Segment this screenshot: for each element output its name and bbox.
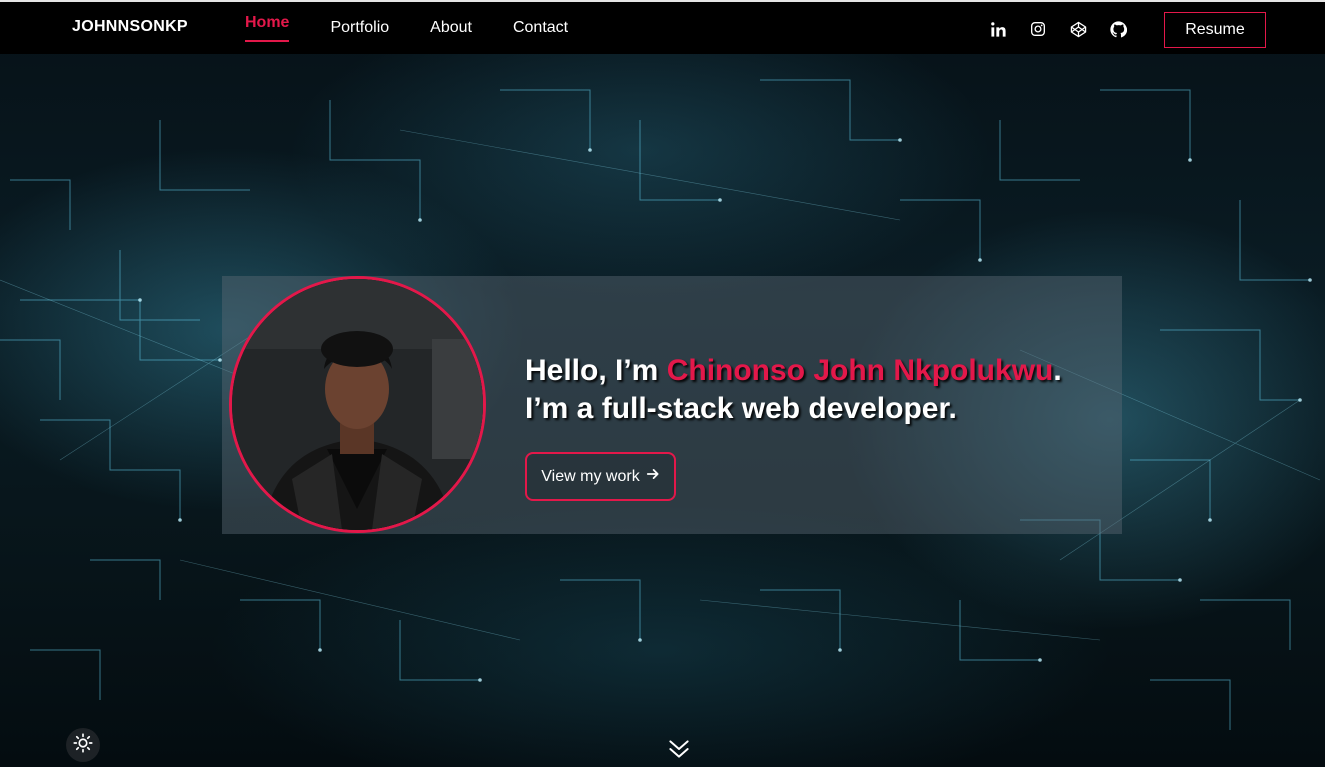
instagram-icon[interactable] xyxy=(1028,19,1048,39)
brand-logo[interactable]: JOHNNSONKP xyxy=(72,18,188,36)
top-navbar: JOHNNSONKP Home Portfolio About Contact … xyxy=(0,0,1325,54)
greeting-period: . xyxy=(1053,354,1062,387)
sun-icon xyxy=(73,732,93,758)
hero-subline: I’m a full-stack web developer. xyxy=(525,392,957,425)
scroll-down-button[interactable] xyxy=(666,736,692,762)
greeting-text: Hello, I’m xyxy=(525,354,667,387)
nav-contact[interactable]: Contact xyxy=(513,2,568,56)
linkedin-icon[interactable] xyxy=(988,19,1008,39)
view-my-work-button[interactable]: View my work xyxy=(525,452,676,501)
hero-headline-block: Hello, I’m Chinonso John Nkpolukwu. I’m … xyxy=(525,352,1062,428)
arrow-right-icon xyxy=(646,467,660,486)
nav-home[interactable]: Home xyxy=(245,2,290,56)
theme-toggle-button[interactable] xyxy=(66,728,100,762)
profile-photo xyxy=(229,276,486,533)
github-icon[interactable] xyxy=(1108,19,1128,39)
chevron-double-down-icon xyxy=(666,740,692,766)
nav-about[interactable]: About xyxy=(430,2,472,56)
main-nav: Home Portfolio About Contact xyxy=(245,2,568,56)
codepen-icon[interactable] xyxy=(1068,19,1088,39)
resume-button[interactable]: Resume xyxy=(1164,12,1266,48)
view-my-work-label: View my work xyxy=(541,467,640,485)
nav-portfolio[interactable]: Portfolio xyxy=(330,2,389,56)
hero-greeting-line: Hello, I’m Chinonso John Nkpolukwu. xyxy=(525,352,1062,390)
developer-name: Chinonso John Nkpolukwu xyxy=(666,354,1054,387)
profile-photo-illustration xyxy=(232,279,483,530)
social-links xyxy=(988,19,1128,39)
